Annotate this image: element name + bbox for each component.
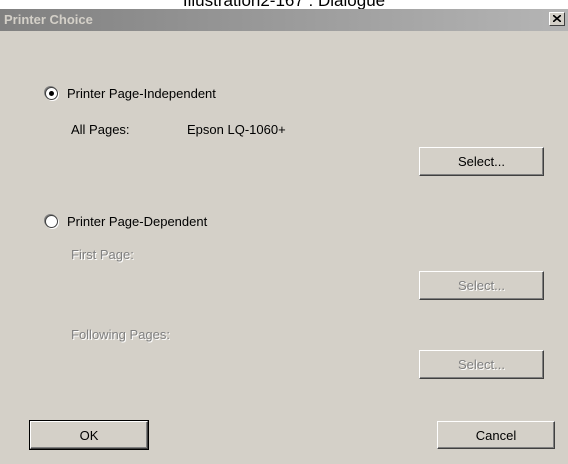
select-following-pages-button[interactable]: Select... xyxy=(419,350,544,379)
cancel-button[interactable]: Cancel xyxy=(437,421,555,449)
select-all-pages-button[interactable]: Select... xyxy=(419,147,544,176)
ok-button[interactable]: OK xyxy=(29,420,149,450)
close-icon xyxy=(553,15,561,22)
select-first-page-label: Select... xyxy=(458,278,505,293)
radio-dependent-label: Printer Page-Dependent xyxy=(67,214,208,229)
select-first-page-button[interactable]: Select... xyxy=(419,271,544,300)
select-following-pages-label: Select... xyxy=(458,357,505,372)
radio-dependent[interactable]: Printer Page-Dependent xyxy=(45,214,207,229)
close-button[interactable] xyxy=(549,12,565,26)
first-page-label: First Page: xyxy=(71,247,134,262)
cancel-button-label: Cancel xyxy=(475,427,517,443)
title-bar[interactable]: Printer Choice xyxy=(0,9,568,31)
window-title: Printer Choice xyxy=(4,12,93,27)
ok-button-label: OK xyxy=(79,427,99,443)
radio-independent-label: Printer Page-Independent xyxy=(67,86,216,101)
all-pages-printer-value: Epson LQ-1060+ xyxy=(187,122,286,137)
radio-independent[interactable]: Printer Page-Independent xyxy=(45,86,216,101)
printer-choice-dialog: Printer Choice Printer Page-Independent … xyxy=(0,9,568,464)
following-pages-label: Following Pages: xyxy=(71,327,170,342)
page: Illustration2-167 : Dialogue Printer Cho… xyxy=(0,0,568,464)
select-all-pages-label: Select... xyxy=(458,154,505,169)
all-pages-label: All Pages: xyxy=(71,122,130,137)
radio-dependent-button[interactable] xyxy=(45,215,58,228)
radio-independent-button[interactable] xyxy=(45,87,58,100)
